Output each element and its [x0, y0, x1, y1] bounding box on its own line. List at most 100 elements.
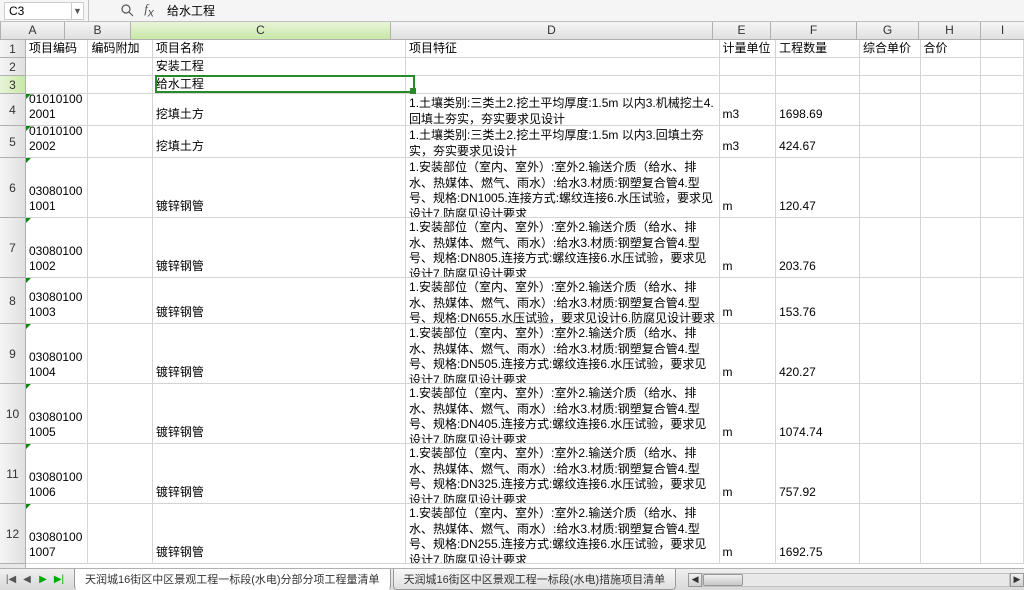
cell[interactable] [720, 76, 777, 94]
cell[interactable]: m [720, 444, 777, 504]
cell[interactable]: 030801001002 [26, 218, 88, 278]
cell[interactable]: 1.安装部位（室内、室外）:室外2.输送介质（给水、排水、热媒体、燃气、雨水）:… [406, 384, 719, 444]
cell[interactable]: 420.27 [776, 324, 860, 384]
name-box-input[interactable] [4, 2, 72, 20]
row-header[interactable]: 7 [0, 218, 25, 278]
cell[interactable]: 424.67 [776, 126, 860, 158]
row-header[interactable]: 5 [0, 126, 25, 158]
cell[interactable] [981, 58, 1024, 76]
cell[interactable]: m3 [720, 126, 777, 158]
cell[interactable] [981, 278, 1024, 324]
cell[interactable]: 项目特征 [406, 40, 719, 58]
cell[interactable]: 030801001006 [26, 444, 88, 504]
row-header[interactable]: 11 [0, 444, 25, 504]
row-header[interactable]: 8 [0, 278, 25, 324]
cell[interactable]: 镀锌钢管 [153, 504, 406, 564]
cell[interactable]: 工程数量 [776, 40, 860, 58]
cell[interactable]: 153.76 [776, 278, 860, 324]
cell[interactable] [860, 76, 921, 94]
col-header-I[interactable]: I [981, 22, 1024, 39]
cell[interactable] [26, 58, 88, 76]
row-header[interactable]: 2 [0, 58, 25, 76]
cell[interactable] [981, 158, 1024, 218]
cell[interactable] [981, 218, 1024, 278]
cell[interactable] [981, 126, 1024, 158]
search-icon[interactable] [119, 3, 135, 19]
cell[interactable]: m3 [720, 94, 777, 126]
cell[interactable] [981, 94, 1024, 126]
cell[interactable]: 镀锌钢管 [153, 384, 406, 444]
cell[interactable]: 030801001003 [26, 278, 88, 324]
row-header[interactable]: 10 [0, 384, 25, 444]
scroll-right-icon[interactable]: ▶ [1010, 573, 1024, 587]
cell[interactable]: m [720, 158, 777, 218]
cell[interactable]: 010101002002 [26, 126, 88, 158]
col-header-C[interactable]: C [131, 22, 391, 39]
cell[interactable]: m [720, 278, 777, 324]
cell[interactable]: 镀锌钢管 [153, 444, 406, 504]
cell[interactable] [88, 126, 152, 158]
cell[interactable]: 给水工程 [153, 76, 406, 94]
cell[interactable]: 030801001001 [26, 158, 88, 218]
row-header[interactable]: 12 [0, 504, 25, 564]
cell[interactable] [776, 58, 860, 76]
cell[interactable] [921, 444, 982, 504]
cell[interactable]: 镀锌钢管 [153, 218, 406, 278]
cell[interactable] [26, 76, 88, 94]
cell[interactable] [921, 158, 982, 218]
cell[interactable]: 合价 [921, 40, 982, 58]
cell[interactable] [88, 504, 152, 564]
cell[interactable]: m [720, 218, 777, 278]
cell[interactable] [921, 218, 982, 278]
cell[interactable] [88, 384, 152, 444]
cell[interactable] [981, 444, 1024, 504]
cell[interactable] [406, 76, 719, 94]
cell[interactable]: 120.47 [776, 158, 860, 218]
cell[interactable]: 综合单价 [860, 40, 921, 58]
cell[interactable] [921, 504, 982, 564]
cell[interactable] [88, 94, 152, 126]
cell[interactable]: m [720, 324, 777, 384]
cell[interactable] [860, 384, 921, 444]
tab-prev-icon[interactable]: ◀ [20, 573, 34, 587]
cell[interactable] [981, 384, 1024, 444]
cell[interactable] [860, 324, 921, 384]
col-header-H[interactable]: H [919, 22, 981, 39]
cell[interactable] [720, 58, 777, 76]
col-header-E[interactable]: E [713, 22, 771, 39]
row-header[interactable]: 6 [0, 158, 25, 218]
cell[interactable] [860, 278, 921, 324]
cell[interactable] [981, 504, 1024, 564]
cell[interactable]: 挖填土方 [153, 126, 406, 158]
col-header-G[interactable]: G [857, 22, 919, 39]
cell[interactable]: 项目编码 [26, 40, 88, 58]
cell[interactable] [981, 40, 1024, 58]
cell[interactable] [860, 444, 921, 504]
cell[interactable] [88, 58, 152, 76]
cell[interactable]: 1.土壤类别:三类土2.挖土平均厚度:1.5m 以内3.机械挖土4.回填土夯实，… [406, 94, 719, 126]
scroll-track[interactable] [702, 573, 1010, 587]
col-header-F[interactable]: F [771, 22, 857, 39]
cell[interactable]: 1.土壤类别:三类土2.挖土平均厚度:1.5m 以内3.回填土夯实，夯实要求见设… [406, 126, 719, 158]
cell[interactable]: 镀锌钢管 [153, 324, 406, 384]
cell[interactable]: 1.安装部位（室内、室外）:室外2.输送介质（给水、排水、热媒体、燃气、雨水）:… [406, 278, 719, 324]
cell[interactable] [776, 76, 860, 94]
row-header[interactable]: 9 [0, 324, 25, 384]
cell[interactable] [406, 58, 719, 76]
cell[interactable]: 010101002001 [26, 94, 88, 126]
cell[interactable]: 1692.75 [776, 504, 860, 564]
cell[interactable] [860, 218, 921, 278]
cell[interactable] [921, 76, 982, 94]
cell[interactable] [921, 324, 982, 384]
sheet-tab[interactable]: 天润城16街区中区景观工程一标段(水电)措施项目清单 [393, 569, 677, 590]
scroll-left-icon[interactable]: ◀ [688, 573, 702, 587]
cell[interactable]: 挖填土方 [153, 94, 406, 126]
cell[interactable]: 1.安装部位（室内、室外）:室外2.输送介质（给水、排水、热媒体、燃气、雨水）:… [406, 444, 719, 504]
cell[interactable]: 203.76 [776, 218, 860, 278]
cell[interactable]: 编码附加 [88, 40, 152, 58]
cell[interactable] [88, 324, 152, 384]
cells-area[interactable]: 项目编码编码附加项目名称项目特征计量单位工程数量综合单价合价安装工程给水工程01… [26, 40, 1024, 568]
cell[interactable] [860, 158, 921, 218]
cell[interactable]: 安装工程 [153, 58, 406, 76]
formula-input[interactable] [161, 2, 1024, 20]
